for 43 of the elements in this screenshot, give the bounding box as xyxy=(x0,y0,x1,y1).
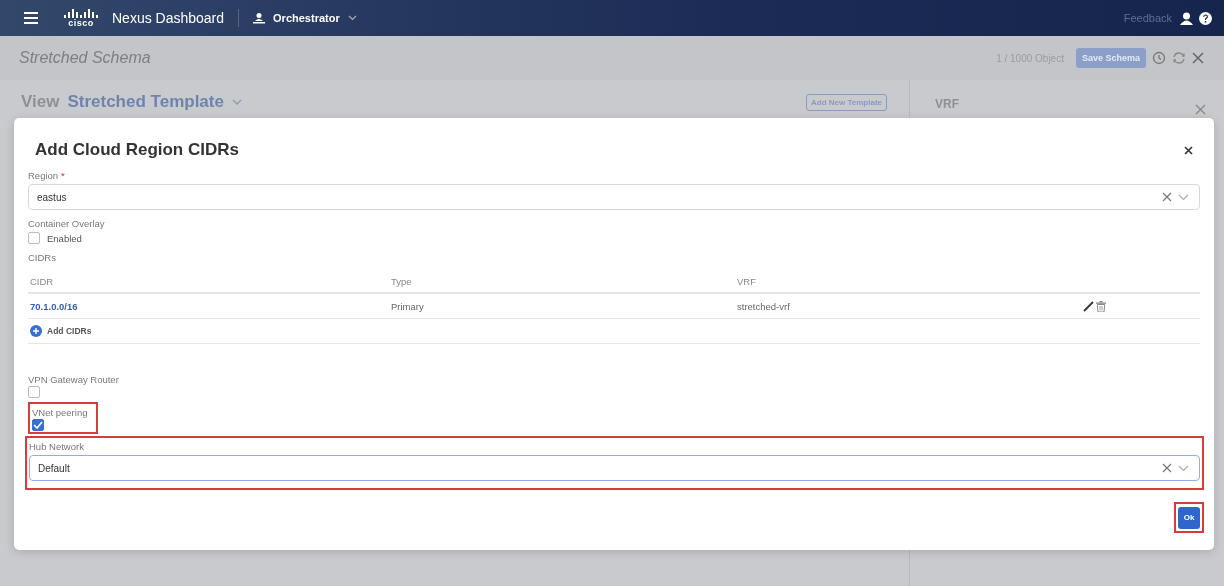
required-mark: * xyxy=(61,170,65,182)
ok-button[interactable]: Ok xyxy=(1178,506,1200,529)
logo-text: cisco xyxy=(68,18,94,28)
dropdown-field[interactable]: Default xyxy=(29,455,1200,481)
chevron-down-icon xyxy=(347,15,357,21)
checkbox[interactable] xyxy=(28,232,40,244)
product-name: Nexus Dashboard xyxy=(112,10,225,26)
person-icon xyxy=(253,12,266,24)
refresh-icon[interactable] xyxy=(1172,51,1186,65)
user-icon[interactable] xyxy=(1180,11,1193,25)
checkbox[interactable] xyxy=(28,386,40,398)
table-cell-text: stretched-vrf xyxy=(737,300,791,312)
field-label: CIDRs xyxy=(28,252,57,264)
chevron-down-icon[interactable] xyxy=(1178,193,1189,201)
field-label: VNet peering xyxy=(32,407,89,419)
history-icon[interactable] xyxy=(1152,51,1166,65)
clear-icon[interactable] xyxy=(1162,463,1172,473)
add-cidrs-button[interactable]: Add CIDRs xyxy=(30,325,92,337)
cidr-link[interactable]: 70.1.0.0/16 xyxy=(30,300,391,312)
pencil-icon[interactable] xyxy=(1083,300,1094,312)
field-label: VPN Gateway Router xyxy=(28,374,120,386)
checkbox[interactable] xyxy=(32,419,44,431)
checkbox-label: Enabled xyxy=(47,232,82,244)
column-header: VRF xyxy=(737,275,757,287)
column-header: Type xyxy=(391,275,413,287)
dropdown-field[interactable]: eastus xyxy=(28,184,1200,210)
table-cell-text: Primary xyxy=(391,300,425,312)
close-icon[interactable] xyxy=(1184,145,1193,155)
menu-icon[interactable] xyxy=(24,12,38,24)
plus-circle-icon xyxy=(30,325,42,337)
field-label: Region xyxy=(28,170,59,182)
view-label: View xyxy=(21,92,60,112)
clear-icon[interactable] xyxy=(1162,192,1172,202)
dialog-title: Add Cloud Region CIDRs xyxy=(35,140,239,160)
logo-bars-icon xyxy=(64,8,98,18)
help-icon[interactable] xyxy=(1199,11,1212,25)
column-header: CIDR xyxy=(30,275,55,287)
field-label: Container Overlay xyxy=(28,218,106,230)
chevron-down-icon[interactable] xyxy=(1178,464,1189,472)
panel-title: VRF xyxy=(935,97,959,111)
field-label: Hub Network xyxy=(29,441,85,453)
app-switcher[interactable]: Orchestrator xyxy=(253,12,357,24)
schema-title: Stretched Schema xyxy=(19,49,151,67)
